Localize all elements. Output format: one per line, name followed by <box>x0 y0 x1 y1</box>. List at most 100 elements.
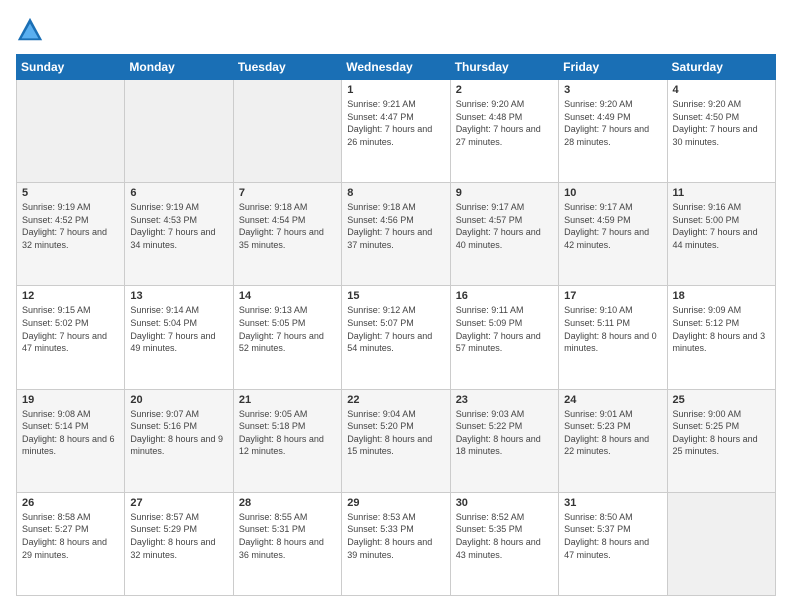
calendar-day-cell <box>17 80 125 183</box>
calendar-table: SundayMondayTuesdayWednesdayThursdayFrid… <box>16 54 776 596</box>
day-number: 19 <box>22 394 119 406</box>
weekday-header-cell: Friday <box>559 55 667 80</box>
calendar-day-cell <box>233 80 341 183</box>
day-number: 1 <box>347 84 444 96</box>
calendar-day-cell: 22 Sunrise: 9:04 AM Sunset: 5:20 PM Dayli… <box>342 389 450 492</box>
day-number: 25 <box>673 394 770 406</box>
calendar-day-cell: 1 Sunrise: 9:21 AM Sunset: 4:47 PM Daylig… <box>342 80 450 183</box>
day-info: Sunrise: 8:57 AM Sunset: 5:29 PM Dayligh… <box>130 511 227 561</box>
calendar-week-row: 5Sunrise: 9:19 AM Sunset: 4:52 PM Daylig… <box>17 183 776 286</box>
weekday-header-row: SundayMondayTuesdayWednesdayThursdayFrid… <box>17 55 776 80</box>
calendar-day-cell: 25 Sunrise: 9:00 AM Sunset: 5:25 PM Dayli… <box>667 389 775 492</box>
day-number: 23 <box>456 394 553 406</box>
weekday-header-cell: Thursday <box>450 55 558 80</box>
calendar-day-cell: 23 Sunrise: 9:03 AM Sunset: 5:22 PM Dayli… <box>450 389 558 492</box>
day-number: 3 <box>564 84 661 96</box>
page: SundayMondayTuesdayWednesdayThursdayFrid… <box>0 0 792 612</box>
day-number: 10 <box>564 187 661 199</box>
day-number: 16 <box>456 290 553 302</box>
weekday-header-cell: Tuesday <box>233 55 341 80</box>
day-info: Sunrise: 9:11 AM Sunset: 5:09 PM Dayligh… <box>456 304 553 354</box>
day-number: 31 <box>564 497 661 509</box>
calendar-week-row: 26 Sunrise: 8:58 AM Sunset: 5:27 PM Dayli… <box>17 492 776 595</box>
calendar-day-cell: 18 Sunrise: 9:09 AM Sunset: 5:12 PM Dayli… <box>667 286 775 389</box>
calendar-day-cell: 6 Sunrise: 9:19 AM Sunset: 4:53 PM Daylig… <box>125 183 233 286</box>
day-info: Sunrise: 8:50 AM Sunset: 5:37 PM Dayligh… <box>564 511 661 561</box>
day-info: Sunrise: 8:55 AM Sunset: 5:31 PM Dayligh… <box>239 511 336 561</box>
calendar-day-cell: 5Sunrise: 9:19 AM Sunset: 4:52 PM Daylig… <box>17 183 125 286</box>
logo <box>16 16 48 44</box>
day-number: 14 <box>239 290 336 302</box>
logo-icon <box>16 16 44 44</box>
calendar-day-cell: 17Sunrise: 9:10 AM Sunset: 5:11 PM Dayli… <box>559 286 667 389</box>
calendar-day-cell: 24 Sunrise: 9:01 AM Sunset: 5:23 PM Dayli… <box>559 389 667 492</box>
calendar-body: 1 Sunrise: 9:21 AM Sunset: 4:47 PM Daylig… <box>17 80 776 596</box>
day-info: Sunrise: 9:17 AM Sunset: 4:57 PM Dayligh… <box>456 201 553 251</box>
day-number: 9 <box>456 187 553 199</box>
calendar-day-cell: 29Sunrise: 8:53 AM Sunset: 5:33 PM Dayli… <box>342 492 450 595</box>
calendar-day-cell: 10Sunrise: 9:17 AM Sunset: 4:59 PM Dayli… <box>559 183 667 286</box>
day-number: 13 <box>130 290 227 302</box>
day-number: 30 <box>456 497 553 509</box>
calendar-day-cell <box>125 80 233 183</box>
day-number: 7 <box>239 187 336 199</box>
calendar-day-cell: 19 Sunrise: 9:08 AM Sunset: 5:14 PM Dayli… <box>17 389 125 492</box>
calendar-week-row: 12Sunrise: 9:15 AM Sunset: 5:02 PM Dayli… <box>17 286 776 389</box>
day-number: 22 <box>347 394 444 406</box>
weekday-header-cell: Saturday <box>667 55 775 80</box>
calendar-day-cell: 15 Sunrise: 9:12 AM Sunset: 5:07 PM Dayli… <box>342 286 450 389</box>
day-info: Sunrise: 8:58 AM Sunset: 5:27 PM Dayligh… <box>22 511 119 561</box>
day-info: Sunrise: 8:52 AM Sunset: 5:35 PM Dayligh… <box>456 511 553 561</box>
calendar-day-cell: 14 Sunrise: 9:13 AM Sunset: 5:05 PM Dayli… <box>233 286 341 389</box>
day-info: Sunrise: 9:19 AM Sunset: 4:53 PM Dayligh… <box>130 201 227 251</box>
day-number: 11 <box>673 187 770 199</box>
day-info: Sunrise: 9:13 AM Sunset: 5:05 PM Dayligh… <box>239 304 336 354</box>
day-info: Sunrise: 9:00 AM Sunset: 5:25 PM Dayligh… <box>673 408 770 458</box>
day-info: Sunrise: 9:15 AM Sunset: 5:02 PM Dayligh… <box>22 304 119 354</box>
day-info: Sunrise: 9:18 AM Sunset: 4:56 PM Dayligh… <box>347 201 444 251</box>
calendar-day-cell: 2 Sunrise: 9:20 AM Sunset: 4:48 PM Daylig… <box>450 80 558 183</box>
day-info: Sunrise: 9:08 AM Sunset: 5:14 PM Dayligh… <box>22 408 119 458</box>
day-info: Sunrise: 9:21 AM Sunset: 4:47 PM Dayligh… <box>347 98 444 148</box>
calendar-day-cell: 8 Sunrise: 9:18 AM Sunset: 4:56 PM Daylig… <box>342 183 450 286</box>
day-info: Sunrise: 9:14 AM Sunset: 5:04 PM Dayligh… <box>130 304 227 354</box>
day-info: Sunrise: 9:16 AM Sunset: 5:00 PM Dayligh… <box>673 201 770 251</box>
day-info: Sunrise: 9:12 AM Sunset: 5:07 PM Dayligh… <box>347 304 444 354</box>
calendar-day-cell: 26 Sunrise: 8:58 AM Sunset: 5:27 PM Dayli… <box>17 492 125 595</box>
day-info: Sunrise: 9:09 AM Sunset: 5:12 PM Dayligh… <box>673 304 770 354</box>
day-number: 27 <box>130 497 227 509</box>
day-number: 4 <box>673 84 770 96</box>
calendar-day-cell: 21Sunrise: 9:05 AM Sunset: 5:18 PM Dayli… <box>233 389 341 492</box>
day-info: Sunrise: 9:03 AM Sunset: 5:22 PM Dayligh… <box>456 408 553 458</box>
day-number: 6 <box>130 187 227 199</box>
day-info: Sunrise: 9:04 AM Sunset: 5:20 PM Dayligh… <box>347 408 444 458</box>
weekday-header-cell: Sunday <box>17 55 125 80</box>
calendar-day-cell: 9 Sunrise: 9:17 AM Sunset: 4:57 PM Daylig… <box>450 183 558 286</box>
calendar-day-cell: 20Sunrise: 9:07 AM Sunset: 5:16 PM Dayli… <box>125 389 233 492</box>
calendar-day-cell: 3Sunrise: 9:20 AM Sunset: 4:49 PM Daylig… <box>559 80 667 183</box>
day-number: 17 <box>564 290 661 302</box>
day-info: Sunrise: 9:01 AM Sunset: 5:23 PM Dayligh… <box>564 408 661 458</box>
calendar-day-cell: 11 Sunrise: 9:16 AM Sunset: 5:00 PM Dayli… <box>667 183 775 286</box>
day-info: Sunrise: 9:18 AM Sunset: 4:54 PM Dayligh… <box>239 201 336 251</box>
calendar-day-cell: 4Sunrise: 9:20 AM Sunset: 4:50 PM Daylig… <box>667 80 775 183</box>
calendar-week-row: 1 Sunrise: 9:21 AM Sunset: 4:47 PM Daylig… <box>17 80 776 183</box>
calendar-week-row: 19 Sunrise: 9:08 AM Sunset: 5:14 PM Dayli… <box>17 389 776 492</box>
day-number: 28 <box>239 497 336 509</box>
day-number: 24 <box>564 394 661 406</box>
calendar-day-cell: 27 Sunrise: 8:57 AM Sunset: 5:29 PM Dayli… <box>125 492 233 595</box>
day-number: 20 <box>130 394 227 406</box>
day-number: 2 <box>456 84 553 96</box>
day-number: 15 <box>347 290 444 302</box>
day-info: Sunrise: 9:05 AM Sunset: 5:18 PM Dayligh… <box>239 408 336 458</box>
calendar-day-cell: 28 Sunrise: 8:55 AM Sunset: 5:31 PM Dayli… <box>233 492 341 595</box>
day-info: Sunrise: 9:20 AM Sunset: 4:48 PM Dayligh… <box>456 98 553 148</box>
calendar-day-cell: 31 Sunrise: 8:50 AM Sunset: 5:37 PM Dayli… <box>559 492 667 595</box>
calendar-day-cell: 30 Sunrise: 8:52 AM Sunset: 5:35 PM Dayli… <box>450 492 558 595</box>
day-number: 8 <box>347 187 444 199</box>
day-number: 18 <box>673 290 770 302</box>
day-number: 26 <box>22 497 119 509</box>
day-info: Sunrise: 8:53 AM Sunset: 5:33 PM Dayligh… <box>347 511 444 561</box>
day-number: 5 <box>22 187 119 199</box>
calendar-day-cell: 16 Sunrise: 9:11 AM Sunset: 5:09 PM Dayli… <box>450 286 558 389</box>
